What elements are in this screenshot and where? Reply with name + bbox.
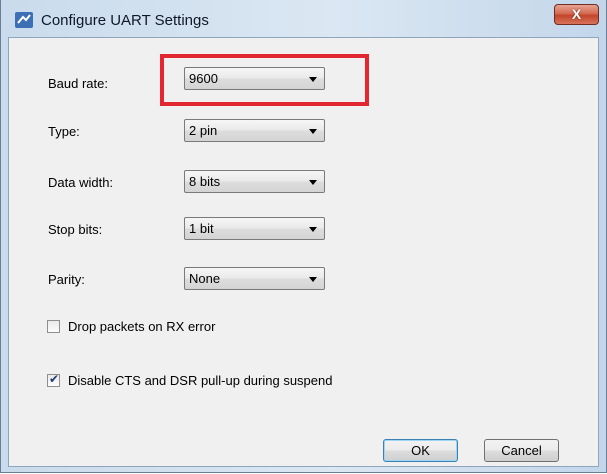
stop-bits-label: Stop bits: bbox=[48, 222, 103, 237]
chevron-down-icon bbox=[309, 277, 317, 282]
close-icon: X bbox=[571, 6, 582, 22]
cancel-button[interactable]: Cancel bbox=[484, 439, 559, 462]
checkmark-icon: ✔ bbox=[49, 372, 60, 386]
title-bar[interactable]: Configure UART Settings X bbox=[1, 0, 606, 38]
chevron-down-icon bbox=[309, 180, 317, 185]
data-width-value: 8 bits bbox=[189, 174, 221, 189]
drop-packets-checkbox[interactable] bbox=[47, 320, 60, 333]
chevron-down-icon bbox=[309, 129, 317, 134]
drop-packets-label: Drop packets on RX error bbox=[68, 319, 216, 334]
close-button[interactable]: X bbox=[554, 4, 599, 25]
ok-button[interactable]: OK bbox=[383, 439, 458, 462]
stop-bits-dropdown[interactable]: 1 bit bbox=[184, 217, 325, 240]
data-width-dropdown[interactable]: 8 bits bbox=[184, 170, 325, 193]
parity-dropdown[interactable]: None bbox=[184, 267, 325, 290]
disable-cts-checkbox[interactable]: ✔ bbox=[47, 372, 60, 387]
dialog-title: Configure UART Settings bbox=[41, 12, 209, 29]
chevron-down-icon bbox=[309, 227, 317, 232]
stop-bits-value: 1 bit bbox=[189, 221, 214, 236]
disable-cts-label: Disable CTS and DSR pull-up during suspe… bbox=[68, 373, 333, 388]
type-value: 2 pin bbox=[189, 123, 218, 138]
app-icon bbox=[15, 12, 33, 28]
type-dropdown[interactable]: 2 pin bbox=[184, 119, 325, 142]
data-width-label: Data width: bbox=[48, 175, 114, 190]
parity-value: None bbox=[189, 271, 221, 286]
parity-label: Parity: bbox=[48, 272, 85, 287]
highlight-box bbox=[160, 54, 369, 106]
type-label: Type: bbox=[48, 124, 80, 139]
baud-rate-label: Baud rate: bbox=[48, 76, 108, 91]
